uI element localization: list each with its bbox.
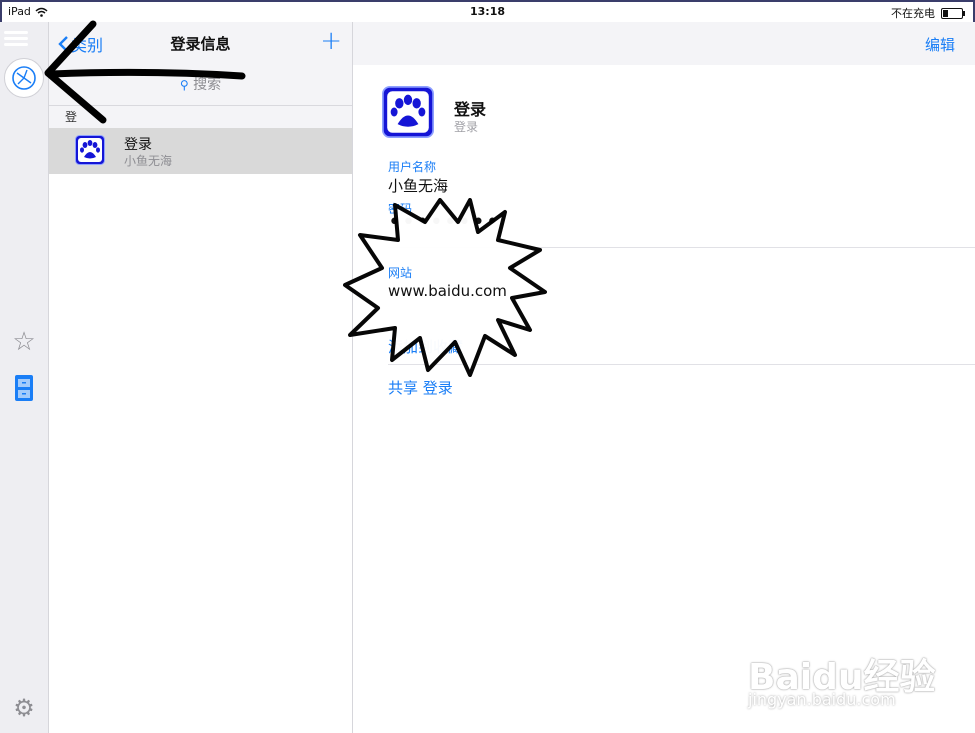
favorites-star-icon[interactable]: ☆ xyxy=(0,327,48,357)
detail-title: 登录 xyxy=(454,100,487,119)
item-subtitle: 小鱼无海 xyxy=(124,154,173,168)
divider xyxy=(388,247,975,248)
password-value[interactable]: •••••••• xyxy=(388,210,500,235)
baidu-paw-icon xyxy=(75,135,105,165)
website-label-overlay: 网站 xyxy=(388,266,413,280)
section-header: 登 xyxy=(49,106,352,128)
menu-lines-icon[interactable] xyxy=(4,28,28,49)
list-panel: 类别 登录信息 + ⚲ 搜索 登 登录 小鱼无海 xyxy=(49,22,353,733)
settings-gear-icon[interactable]: ⚙ xyxy=(0,694,48,722)
list-item[interactable]: 登录 小鱼无海 xyxy=(49,128,352,174)
list-title: 登录信息 xyxy=(170,35,231,53)
charging-status: 不在充电 xyxy=(891,7,935,20)
list-navbar: 类别 登录信息 + xyxy=(49,22,352,65)
watermark-url: jingyan.baidu.com xyxy=(748,690,896,709)
file-cabinet-icon[interactable] xyxy=(0,374,48,406)
add-to-favorites-button[interactable]: 添加到收藏 xyxy=(388,336,463,357)
search-placeholder: 搜索 xyxy=(193,77,222,93)
detail-panel: 编辑 登录 登录 用户名称 小鱼无海 密码 •••••••• 网站 www.ba… xyxy=(353,22,975,733)
detail-subtitle: 登录 xyxy=(454,120,479,134)
divider xyxy=(388,364,975,365)
battery-icon xyxy=(941,7,965,19)
search-bar: ⚲ 搜索 xyxy=(49,65,352,106)
status-right: 不在充电 xyxy=(891,5,965,21)
add-button[interactable]: + xyxy=(320,26,342,56)
status-bar: iPad 13:18 不在充电 xyxy=(0,0,975,22)
compass-icon xyxy=(4,58,44,98)
category-rail: ☆ ⚙ xyxy=(0,22,49,733)
username-value[interactable]: 小鱼无海 xyxy=(388,175,448,196)
search-icon: ⚲ xyxy=(179,78,189,92)
detail-navbar: 编辑 xyxy=(353,22,975,65)
baidu-paw-icon xyxy=(382,86,434,138)
username-label: 用户名称 xyxy=(388,160,437,174)
share-login-button[interactable]: 共享 登录 xyxy=(388,377,453,398)
status-time: 13:18 xyxy=(469,5,505,18)
compass-button[interactable] xyxy=(0,58,48,101)
item-title: 登录 xyxy=(124,137,152,153)
edit-button[interactable]: 编辑 xyxy=(925,34,955,55)
search-input[interactable]: ⚲ 搜索 xyxy=(57,71,344,99)
website-value-overlay: www.baidu.com xyxy=(388,282,507,300)
